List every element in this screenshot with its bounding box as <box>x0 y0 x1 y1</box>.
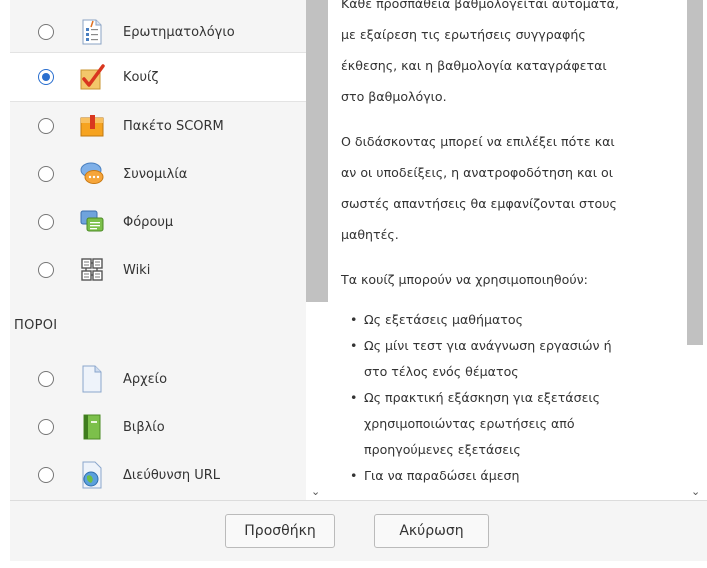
activity-option-scorm[interactable]: Πακέτο SCORM <box>10 102 306 150</box>
scorm-package-icon <box>79 112 105 140</box>
scrollbar-thumb[interactable] <box>687 0 703 345</box>
radio-button[interactable] <box>38 24 54 40</box>
activity-chooser-dialog: Ερωτηματολόγιο Κουίζ Πακέτο SCORM Συνομι… <box>0 0 707 568</box>
list-item: Ως εξετάσεις μαθήματος <box>330 307 680 333</box>
radio-button[interactable] <box>38 118 54 134</box>
activity-label: Κουίζ <box>123 69 159 85</box>
activity-label: Wiki <box>123 262 151 278</box>
activity-option-forum[interactable]: Φόρουμ <box>10 198 306 246</box>
list-item: Για να παραδώσει άμεση <box>330 463 680 489</box>
uses-list: Ως εξετάσεις μαθήματος Ως μίνι τεστ για … <box>330 307 680 489</box>
chat-bubble-icon <box>79 160 105 188</box>
url-globe-icon <box>79 461 105 489</box>
resource-option-book[interactable]: Βιβλίο <box>10 403 306 451</box>
chevron-down-icon[interactable]: ⌄ <box>691 485 700 498</box>
quiz-checkmark-icon <box>79 63 105 91</box>
activity-option-quiz[interactable]: Κουίζ <box>10 52 306 102</box>
activity-label: Φόρουμ <box>123 214 174 230</box>
resources-heading: ΠΟΡΟΙ <box>14 318 58 333</box>
activity-label: Ερωτηματολόγιο <box>123 24 235 40</box>
activity-option-wiki[interactable]: Wiki <box>10 246 306 294</box>
radio-button[interactable] <box>38 419 54 435</box>
activity-option-questionnaire[interactable]: Ερωτηματολόγιο <box>10 8 306 56</box>
radio-button[interactable] <box>38 166 54 182</box>
description-line: Κάθε προσπάθεια βαθμολογείται αυτόματα, <box>341 0 619 11</box>
radio-button[interactable] <box>38 467 54 483</box>
chevron-down-icon[interactable]: ⌄ <box>311 485 320 498</box>
questionnaire-icon <box>79 18 105 46</box>
resource-option-url[interactable]: Διεύθυνση URL <box>10 451 306 499</box>
resource-label: Βιβλίο <box>123 419 165 435</box>
dialog-footer: Προσθήκη Ακύρωση <box>10 500 707 561</box>
book-icon <box>79 413 105 441</box>
forum-icon <box>79 208 105 236</box>
file-icon <box>79 365 105 393</box>
description-line: σωστές απαντήσεις θα εμφανίζονται στους <box>341 196 617 211</box>
cancel-button[interactable]: Ακύρωση <box>374 514 489 548</box>
description-line: έκθεσης, και η βαθμολογία καταγράφεται <box>341 58 607 73</box>
radio-button-selected[interactable] <box>38 69 54 85</box>
activity-description-pane: Κάθε προσπάθεια βαθμολογείται αυτόματα, … <box>330 0 680 500</box>
resource-label: Διεύθυνση URL <box>123 467 220 483</box>
uses-intro: Τα κουίζ μπορούν να χρησιμοποιηθούν: <box>341 272 588 287</box>
description-line: μαθητές. <box>341 227 399 242</box>
list-item: Ως πρακτική εξάσκηση για εξετάσειςχρησιμ… <box>330 385 680 463</box>
radio-button[interactable] <box>38 214 54 230</box>
resource-option-file[interactable]: Αρχείο <box>10 355 306 403</box>
radio-button[interactable] <box>38 371 54 387</box>
description-line: Ο διδάσκοντας μπορεί να επιλέξει πότε κα… <box>341 134 615 149</box>
activity-option-chat[interactable]: Συνομιλία <box>10 150 306 198</box>
wiki-icon <box>79 256 105 284</box>
description-scrollbar[interactable]: ⌄ <box>684 0 707 500</box>
description-line: στο βαθμολόγιο. <box>341 89 447 104</box>
activity-list-pane: Ερωτηματολόγιο Κουίζ Πακέτο SCORM Συνομι… <box>10 0 307 500</box>
description-line: με εξαίρεση τις ερωτήσεις συγγραφής <box>341 27 586 42</box>
add-button[interactable]: Προσθήκη <box>225 514 335 548</box>
activity-list-scrollbar[interactable]: ⌄ <box>306 0 328 500</box>
radio-button[interactable] <box>38 262 54 278</box>
activity-label: Πακέτο SCORM <box>123 118 224 134</box>
list-item: Ως μίνι τεστ για ανάγνωση εργασιών ήστο … <box>330 333 680 385</box>
activity-label: Συνομιλία <box>123 166 188 182</box>
scrollbar-thumb[interactable] <box>306 0 328 302</box>
resource-label: Αρχείο <box>123 371 168 387</box>
description-line: αν οι υποδείξεις, η ανατροφοδότηση και ο… <box>341 165 613 180</box>
